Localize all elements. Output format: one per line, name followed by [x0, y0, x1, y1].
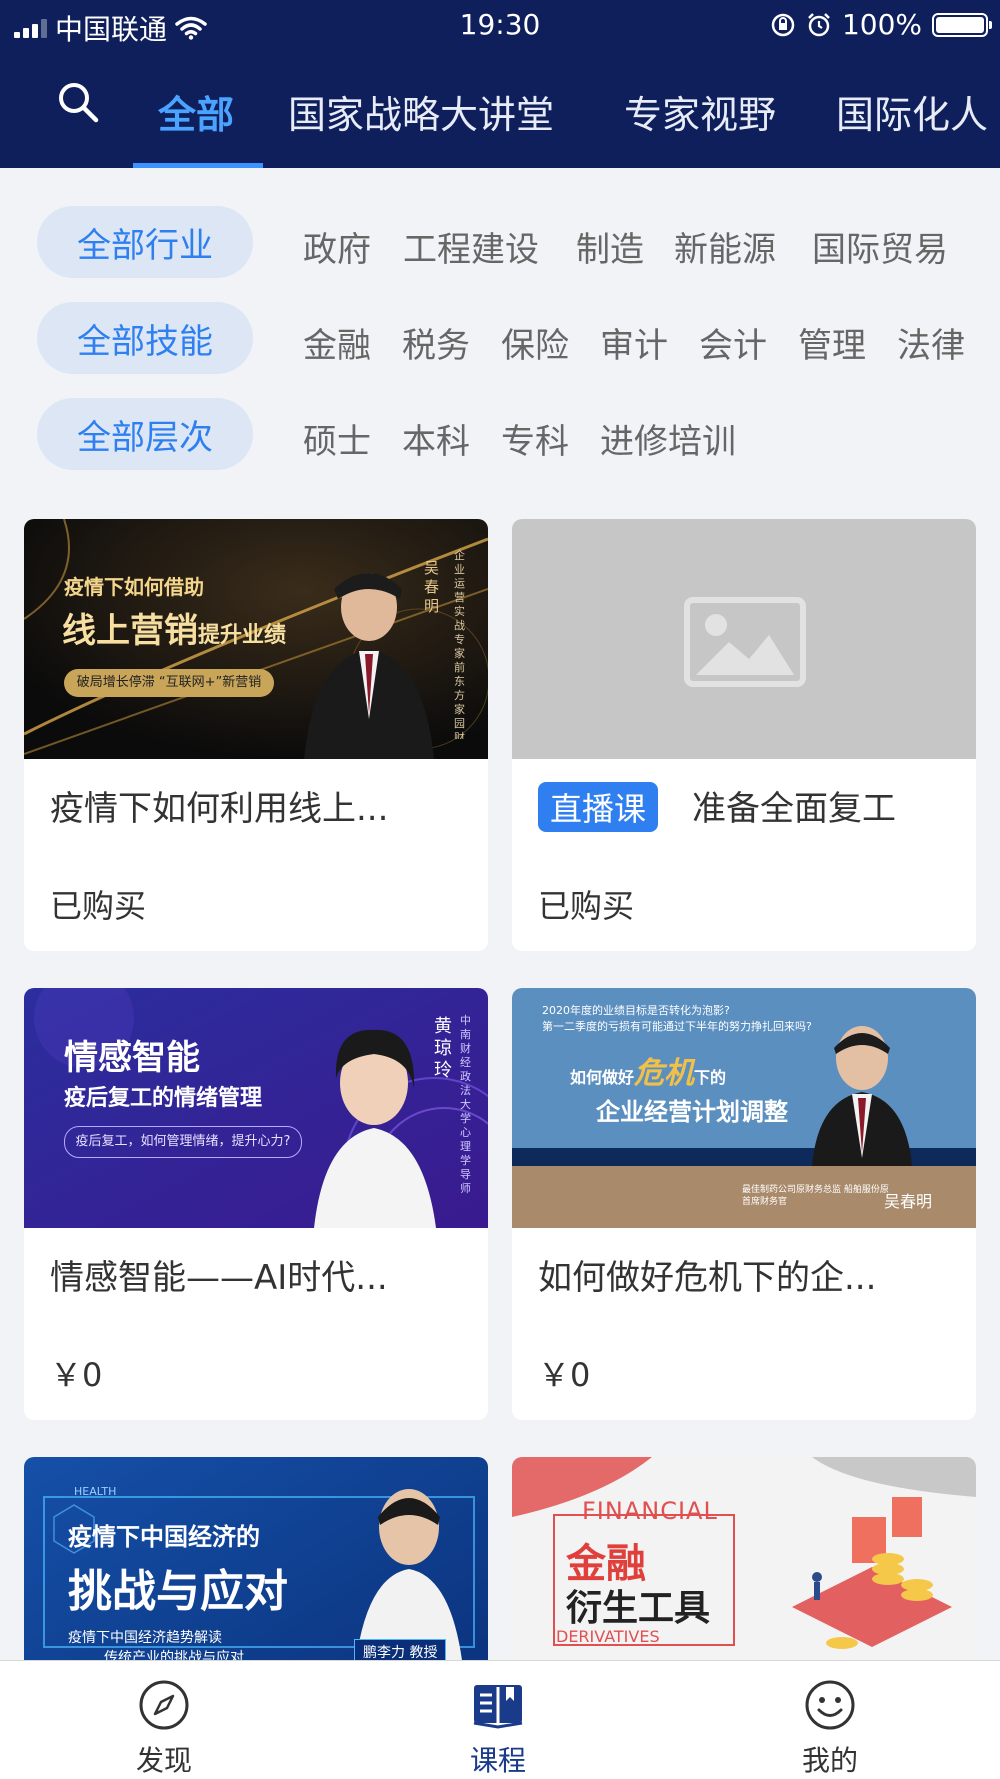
course-thumbnail: 2020年度的业绩目标是否转化为泡影? 第一二季度的亏损有可能通过下半年的努力挣… — [512, 988, 976, 1228]
banner-text: 下的 — [694, 1068, 727, 1087]
image-placeholder-icon — [684, 597, 806, 687]
banner-text: 如何做好 — [570, 1068, 635, 1087]
filter-all-skill[interactable]: 全部技能 — [37, 302, 253, 374]
course-thumbnail: 疫情下如何借助 线上营销提升业绩 破局增长停滞 “互联网+”新营销 吴春明 企业… — [24, 519, 488, 759]
banner-lecturer-name: 黄琼玲 — [434, 1016, 452, 1081]
nav-courses[interactable]: 课程 — [418, 1661, 578, 1779]
banner-line-1: 疫情下如何借助 — [64, 575, 204, 599]
banner-lecturer-name: 吴春明 — [884, 1192, 933, 1211]
banner-tag: 疫后复工，如何管理情绪，提升心力? — [64, 1126, 302, 1158]
smiley-icon — [805, 1680, 855, 1730]
course-price: ￥0 — [50, 1356, 103, 1394]
banner-highlight-suffix: 提升业绩 — [198, 623, 287, 648]
banner-line-1: 如何做好危机下的 — [570, 1048, 726, 1092]
banner-lecturer-name: 吴春明 — [424, 559, 440, 615]
filter-item[interactable]: 政府 — [303, 222, 371, 271]
course-price: ￥0 — [538, 1356, 591, 1394]
nav-label: 发现 — [135, 1744, 192, 1777]
banner-sub-1: 疫情下中国经济趋势解读 — [68, 1630, 222, 1646]
course-title: 准备全面复工 — [692, 789, 897, 829]
banner-lecturer-title: 最佳制药公司原财务总监 船舶服份原首席财务官 — [742, 1185, 889, 1207]
compass-icon — [139, 1680, 189, 1730]
banner-line-1: 情感智能 — [64, 1038, 200, 1078]
banner-line-2: 挑战与应对 — [68, 1566, 288, 1617]
banner-en-title: FINANCIAL — [582, 1497, 718, 1525]
filter-item[interactable]: 国际贸易 — [812, 222, 948, 271]
course-card[interactable]: 情感智能 疫后复工的情绪管理 疫后复工，如何管理情绪，提升心力? 黄琼玲 中南财… — [24, 988, 488, 1420]
battery-label: 100% — [841, 8, 922, 41]
tab-all[interactable]: 全部 — [158, 84, 234, 139]
filter-item[interactable]: 新能源 — [674, 222, 776, 271]
filter-item[interactable]: 本科 — [402, 414, 470, 463]
battery-icon — [932, 12, 992, 37]
course-card[interactable]: 2020年度的业绩目标是否转化为泡影? 第一二季度的亏损有可能通过下半年的努力挣… — [512, 988, 976, 1420]
banner-lecturer-title: 中南财经政法大学 心理学导师 — [460, 1014, 471, 1195]
status-right: 100% — [770, 8, 992, 41]
orientation-lock-icon — [771, 13, 795, 36]
course-thumbnail: 情感智能 疫后复工的情绪管理 疫后复工，如何管理情绪，提升心力? 黄琼玲 中南财… — [24, 988, 488, 1228]
banner-decoration-text: HEALTH — [74, 1485, 117, 1498]
course-card[interactable]: 直播课 准备全面复工 已购买 — [512, 519, 976, 951]
filter-item[interactable]: 保险 — [501, 318, 569, 367]
course-card[interactable]: 疫情下如何借助 线上营销提升业绩 破局增长停滞 “互联网+”新营销 吴春明 企业… — [24, 519, 488, 951]
tab-national-strategy[interactable]: 国家战略大讲堂 — [288, 84, 554, 139]
banner-lecturer-title: 企业运营实战专家 前东方家园财务总监 — [454, 549, 465, 739]
banner-top-line-2: 第一二季度的亏损有可能通过下半年的努力挣扎回来吗? — [542, 1020, 812, 1033]
banner-highlight: 危机 — [634, 1056, 695, 1091]
banner-en-subtitle: DERIVATIVES — [556, 1627, 660, 1646]
book-icon — [473, 1685, 523, 1729]
filter-item[interactable]: 进修培训 — [600, 414, 736, 463]
nav-label: 课程 — [469, 1744, 526, 1777]
live-course-badge: 直播课 — [538, 782, 659, 832]
filter-row-industry: 全部行业 政府 工程建设 制造 新能源 国际贸易 — [0, 206, 1000, 278]
tab-expert-view[interactable]: 专家视野 — [624, 84, 776, 139]
banner-top-line-1: 2020年度的业绩目标是否转化为泡影? — [542, 1004, 730, 1017]
filter-item[interactable]: 制造 — [576, 222, 644, 271]
nav-mine[interactable]: 我的 — [750, 1661, 910, 1779]
course-status: 已购买 — [50, 887, 147, 925]
banner-highlight: 线上营销 — [62, 611, 198, 651]
status-bar: 中国联通 19:30 100% — [0, 0, 1000, 50]
banner-line-2: 企业经营计划调整 — [596, 1098, 788, 1126]
filter-item[interactable]: 硕士 — [303, 414, 371, 463]
filter-item[interactable]: 金融 — [303, 318, 371, 367]
nav-discover[interactable]: 发现 — [84, 1661, 244, 1779]
course-thumbnail-placeholder — [512, 519, 976, 759]
search-icon[interactable] — [56, 80, 100, 124]
banner-line-2: 衍生工具 — [566, 1588, 711, 1629]
category-tabs: 全部 国家战略大讲堂 专家视野 国际化人 — [0, 60, 1000, 168]
filter-item[interactable]: 审计 — [600, 318, 668, 367]
alarm-icon — [808, 12, 830, 36]
course-title-row: 直播课 准备全面复工 — [538, 781, 896, 832]
banner-tag: 破局增长停滞 “互联网+”新营销 — [64, 669, 274, 697]
bottom-tab-bar: 发现 课程 我的 — [0, 1660, 1000, 1779]
filter-row-level: 全部层次 硕士 本科 专科 进修培训 — [0, 398, 1000, 470]
app-header: 中国联通 19:30 100% 全部 国家战略大讲堂 专家视野 国际化人 — [0, 0, 1000, 168]
filter-item[interactable]: 会计 — [699, 318, 767, 367]
course-status: 已购买 — [538, 887, 635, 925]
banner-line-2: 线上营销提升业绩 — [62, 603, 286, 652]
filter-item[interactable]: 法律 — [897, 318, 965, 367]
filter-item[interactable]: 工程建设 — [403, 222, 539, 271]
tab-internationalization[interactable]: 国际化人 — [836, 84, 988, 139]
course-title: 疫情下如何利用线上... — [50, 789, 389, 829]
tab-active-indicator — [133, 163, 263, 168]
banner-line-1: 疫情下中国经济的 — [68, 1523, 260, 1551]
course-title: 情感智能——AI时代... — [50, 1258, 388, 1298]
filter-item[interactable]: 管理 — [798, 318, 866, 367]
filter-all-level[interactable]: 全部层次 — [37, 398, 253, 470]
course-title: 如何做好危机下的企... — [538, 1258, 877, 1298]
filter-item[interactable]: 专科 — [501, 414, 569, 463]
filter-all-industry[interactable]: 全部行业 — [37, 206, 253, 278]
filter-item[interactable]: 税务 — [402, 318, 470, 367]
nav-label: 我的 — [801, 1744, 858, 1777]
filter-row-skill: 全部技能 金融 税务 保险 审计 会计 管理 法律 — [0, 302, 1000, 374]
banner-line-2: 疫后复工的情绪管理 — [64, 1086, 263, 1111]
